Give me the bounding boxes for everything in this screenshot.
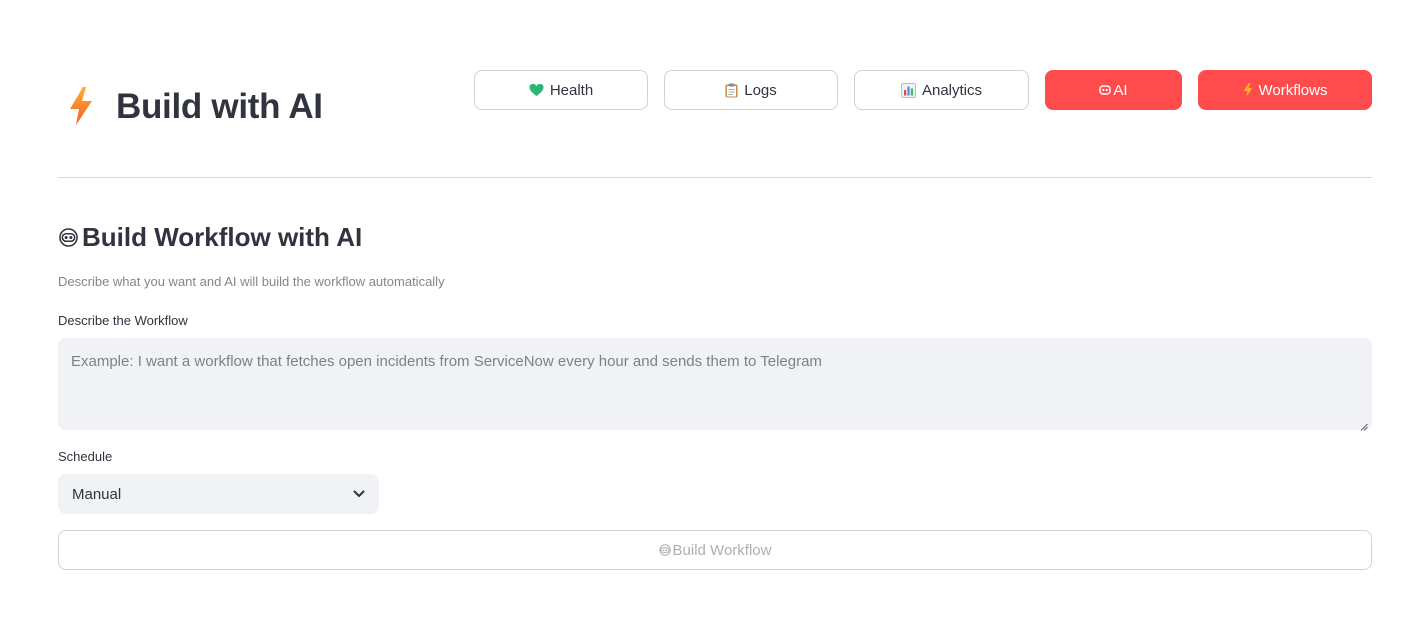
brand: Build with AI bbox=[66, 86, 323, 126]
analytics-button[interactable]: Analytics bbox=[854, 70, 1029, 110]
logs-button[interactable]: Logs bbox=[664, 70, 838, 110]
schedule-label: Schedule bbox=[58, 449, 113, 464]
page-title: Build with AI bbox=[116, 86, 323, 126]
clipboard-icon bbox=[725, 83, 738, 98]
page: Build with AI Health Logs Analytics AI W… bbox=[0, 0, 1418, 622]
description-label: Describe the Workflow bbox=[58, 313, 188, 328]
section-title-text: Build Workflow with AI bbox=[82, 222, 363, 252]
schedule-selected-value: Manual bbox=[72, 485, 122, 503]
lightning-icon bbox=[1243, 83, 1253, 97]
build-workflow-label: Build Workflow bbox=[672, 541, 772, 559]
section-caption: Describe what you want and AI will build… bbox=[58, 274, 445, 289]
green-heart-icon bbox=[529, 83, 544, 97]
ai-button-label: AI bbox=[1113, 81, 1128, 99]
analytics-button-label: Analytics bbox=[921, 81, 983, 99]
robot-icon bbox=[1099, 84, 1112, 96]
divider bbox=[58, 177, 1372, 178]
workflows-button[interactable]: Workflows bbox=[1198, 70, 1372, 110]
chevron-down-icon bbox=[353, 490, 365, 498]
robot-icon bbox=[658, 544, 671, 556]
workflow-description-input[interactable]: Example: I want a workflow that fetches … bbox=[58, 338, 1372, 431]
bar-chart-icon bbox=[900, 82, 916, 98]
robot-icon bbox=[58, 228, 78, 248]
logs-button-label: Logs bbox=[744, 81, 777, 99]
workflow-description-placeholder: Example: I want a workflow that fetches … bbox=[71, 353, 822, 370]
lightning-bolt-icon bbox=[66, 86, 96, 126]
resize-handle-icon[interactable] bbox=[1360, 418, 1368, 431]
health-button-label: Health bbox=[549, 81, 594, 99]
schedule-select[interactable]: Manual bbox=[58, 474, 379, 514]
health-button[interactable]: Health bbox=[474, 70, 648, 110]
build-workflow-button[interactable]: Build Workflow bbox=[58, 530, 1372, 570]
ai-button[interactable]: AI bbox=[1045, 70, 1182, 110]
workflows-button-label: Workflows bbox=[1258, 81, 1328, 99]
section-title: Build Workflow with AI bbox=[58, 222, 362, 253]
